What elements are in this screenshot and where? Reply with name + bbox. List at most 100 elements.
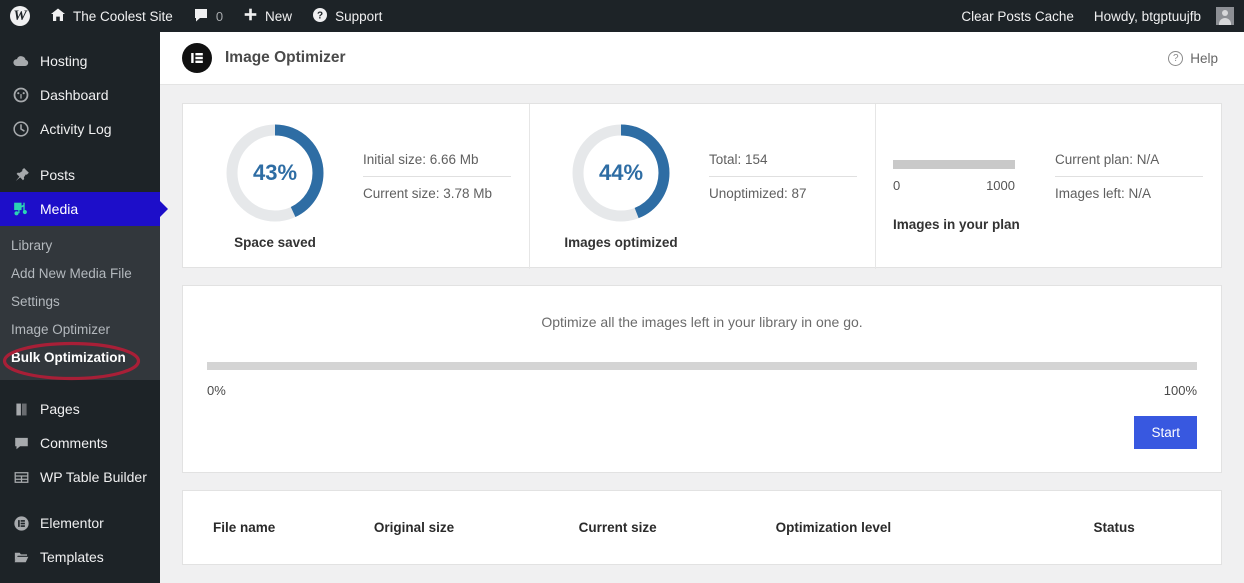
sidebar-item-label: Pages [40, 401, 80, 417]
sidebar-item-label: Activity Log [40, 121, 112, 137]
images-left-text: Images left: N/A [1055, 186, 1152, 201]
progress-scale: 0% 100% [207, 383, 1197, 398]
sidebar-item-comments[interactable]: Comments [0, 426, 160, 460]
table-icon [11, 467, 31, 487]
sidebar-item-label: Comments [40, 435, 108, 451]
stat-card-images-in-plan: 0 1000 Images in your plan Current plan:… [875, 104, 1221, 269]
sidebar-item-activity-log[interactable]: Activity Log [0, 112, 160, 146]
elementor-logo-icon [182, 43, 212, 73]
images-optimized-caption: Images optimized [564, 234, 678, 250]
admin-sidebar-menu: Hosting Dashboard Activity Log Posts Med… [0, 32, 160, 583]
start-button-row: Start [207, 416, 1197, 449]
elementor-icon [11, 513, 31, 533]
results-table: File name Original size Current size Opt… [182, 490, 1222, 565]
content-wrap: 43% Space saved Initial size: 6.66 Mb Cu… [160, 85, 1244, 565]
sidebar-item-hosting[interactable]: Hosting [0, 44, 160, 78]
my-account-menu[interactable]: Howdy, btgptuujfb [1084, 0, 1244, 32]
question-circle-icon: ? [1168, 50, 1184, 66]
sidebar-item-label: Posts [40, 167, 76, 183]
total-images-text: Total: 154 [709, 152, 768, 167]
sidebar-item-posts[interactable]: Posts [0, 158, 160, 192]
start-button[interactable]: Start [1134, 416, 1197, 449]
sidebar-item-elementor[interactable]: Elementor [0, 506, 160, 540]
plus-icon [243, 7, 258, 25]
media-submenu: Library Add New Media File Settings Imag… [0, 226, 160, 380]
page-header: Image Optimizer ? Help [160, 32, 1244, 85]
new-label: New [265, 8, 293, 24]
images-optimized-details: Total: 154 Unoptimized: 87 [695, 143, 857, 228]
column-header-file-name: File name [213, 520, 276, 535]
sidebar-item-bulk-optimization[interactable]: Bulk Optimization [0, 344, 160, 372]
plan-usage-bar [893, 159, 1015, 169]
comments-menu[interactable]: 0 [183, 0, 233, 32]
sidebar-item-wp-table-builder[interactable]: WP Table Builder [0, 460, 160, 494]
site-name-label: The Coolest Site [73, 8, 173, 24]
current-plan-text: Current plan: N/A [1055, 152, 1160, 167]
plan-caption: Images in your plan [893, 216, 1020, 232]
current-size-text: Current size: 3.78 Mb [363, 186, 493, 201]
pin-icon [11, 165, 31, 185]
home-icon [50, 7, 66, 26]
plan-scale-max: 1000 [986, 177, 1015, 193]
sidebar-item-label: Templates [40, 549, 104, 565]
stat-card-images-optimized: 44% Images optimized Total: 154 Unoptimi… [529, 104, 875, 269]
support-menu[interactable]: ? Support [302, 0, 392, 32]
dashboard-icon [11, 85, 31, 105]
howdy-label: Howdy, btgptuujfb [1093, 8, 1201, 24]
sidebar-item-templates[interactable]: Templates [0, 540, 160, 574]
wp-admin-bar: W The Coolest Site 0 New ? Support Clear… [0, 0, 1244, 32]
column-header-current-size: Current size [578, 520, 657, 535]
avatar [1216, 7, 1234, 25]
site-name-menu[interactable]: The Coolest Site [40, 0, 183, 32]
sidebar-item-library[interactable]: Library [0, 232, 160, 260]
sidebar-item-add-new-media-file[interactable]: Add New Media File [0, 260, 160, 288]
sidebar-item-label: WP Table Builder [40, 469, 147, 485]
column-header-original-size: Original size [373, 520, 455, 535]
progress-max-label: 100% [1163, 383, 1197, 398]
plan-scale-min: 0 [893, 177, 901, 193]
pages-icon [11, 399, 31, 419]
clear-posts-cache-label: Clear Posts Cache [961, 8, 1074, 24]
initial-size-text: Initial size: 6.66 Mb [363, 152, 479, 167]
images-optimized-percent: 44% [598, 159, 644, 185]
sidebar-item-dashboard[interactable]: Dashboard [0, 78, 160, 112]
column-header-optimization-level: Optimization level [775, 520, 892, 535]
main-content: Image Optimizer ? Help 43% Space saved I… [160, 32, 1244, 583]
sidebar-item-label: Media [40, 201, 79, 217]
progress-min-label: 0% [207, 383, 226, 398]
new-content-menu[interactable]: New [233, 0, 302, 32]
help-link[interactable]: ? Help [1168, 50, 1218, 66]
clear-posts-cache-button[interactable]: Clear Posts Cache [951, 0, 1084, 32]
bulk-progress-bar [207, 362, 1197, 370]
sidebar-item-label: Hosting [40, 53, 88, 69]
comment-bubble-icon [193, 7, 209, 26]
sidebar-item-label: Elementor [40, 515, 104, 531]
bulk-optimization-panel: Optimize all the images left in your lib… [182, 285, 1222, 473]
space-saved-gauge-group: 43% Space saved [201, 122, 349, 250]
support-icon: ? [312, 7, 328, 26]
plan-gauge-group: 0 1000 Images in your plan [893, 140, 1041, 232]
unoptimized-images-text: Unoptimized: 87 [709, 186, 807, 201]
wordpress-logo-icon: W [10, 6, 30, 26]
page-title: Image Optimizer [225, 49, 346, 66]
space-saved-percent: 43% [252, 159, 298, 185]
sidebar-item-label: Dashboard [40, 87, 109, 103]
column-header-status: Status [1093, 520, 1135, 535]
media-icon [11, 199, 31, 219]
sidebar-item-image-optimizer[interactable]: Image Optimizer [0, 316, 160, 344]
wp-logo-menu[interactable]: W [0, 0, 40, 32]
help-label: Help [1190, 50, 1218, 66]
sidebar-item-settings[interactable]: Settings [0, 288, 160, 316]
comments-count: 0 [215, 8, 224, 24]
images-optimized-gauge-group: 44% Images optimized [547, 122, 695, 250]
comments-icon [11, 433, 31, 453]
space-saved-donut-chart: 43% [224, 122, 326, 224]
stats-cards-row: 43% Space saved Initial size: 6.66 Mb Cu… [182, 103, 1222, 269]
sidebar-item-pages[interactable]: Pages [0, 392, 160, 426]
stat-card-space-saved: 43% Space saved Initial size: 6.66 Mb Cu… [183, 104, 529, 267]
sidebar-item-media[interactable]: Media [0, 192, 160, 226]
plan-details: Current plan: N/A Images left: N/A [1041, 143, 1203, 228]
clock-icon [11, 119, 31, 139]
folder-icon [11, 547, 31, 567]
bulk-description: Optimize all the images left in your lib… [541, 314, 863, 330]
